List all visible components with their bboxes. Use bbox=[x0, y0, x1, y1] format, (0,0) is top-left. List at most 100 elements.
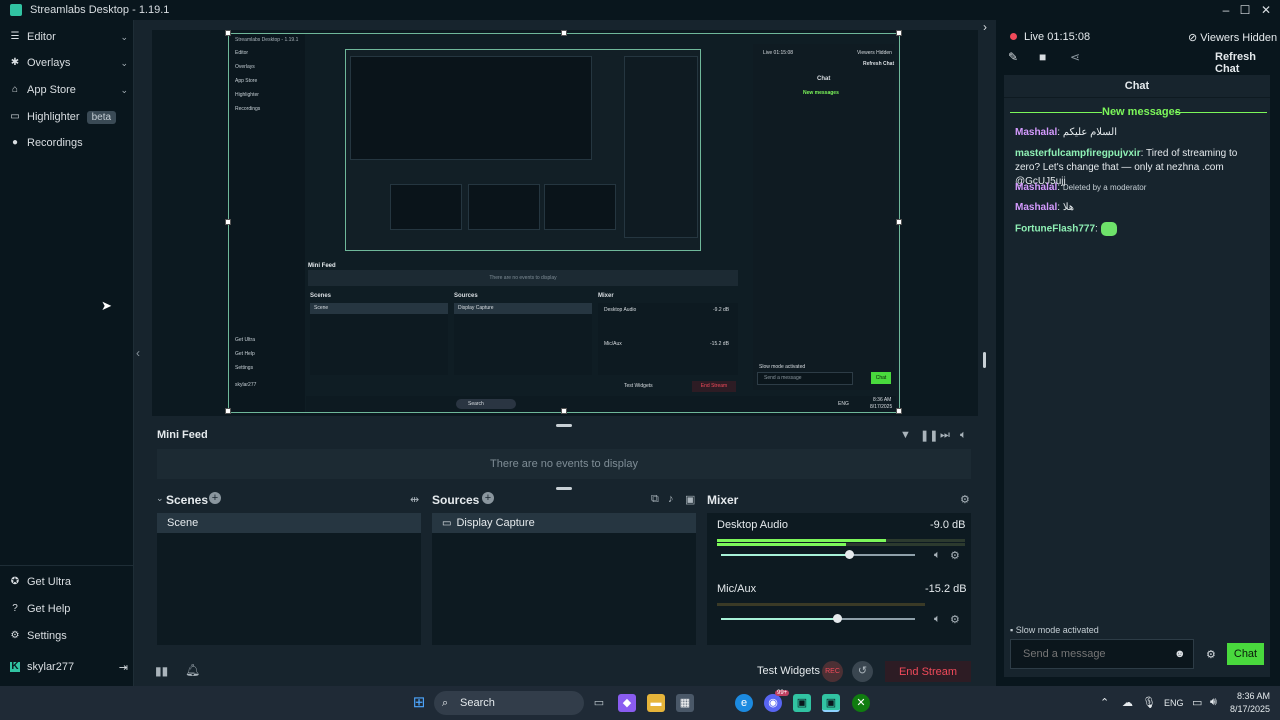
sidebar-item-recordings[interactable]: ● Recordings bbox=[10, 133, 128, 153]
clock-time[interactable]: 8:36 AM bbox=[1230, 691, 1270, 701]
collapse-right-icon[interactable]: › bbox=[983, 20, 987, 34]
chat-message-input[interactable] bbox=[1010, 639, 1194, 669]
streamlabs-k-icon: K bbox=[10, 661, 20, 672]
sidebar-item-highlighter[interactable]: ▭ Highlighter beta bbox=[10, 107, 128, 127]
chat-username[interactable]: Mashalal bbox=[1015, 127, 1057, 138]
nested-sources-panel: Display Capture bbox=[454, 303, 592, 375]
chevron-down-icon[interactable]: ⌄ bbox=[120, 85, 128, 96]
chevron-up-icon[interactable]: ⌃ bbox=[1100, 696, 1109, 709]
share-icon[interactable]: ⋖ bbox=[1070, 50, 1080, 64]
send-chat-button[interactable]: Chat bbox=[1227, 643, 1264, 665]
minimize-button[interactable]: – bbox=[1216, 2, 1236, 18]
tray-icon[interactable]: ☁ bbox=[1122, 696, 1133, 709]
file-explorer-icon[interactable]: ▬ bbox=[647, 694, 665, 712]
collapse-left-icon[interactable]: ‹ bbox=[136, 346, 140, 360]
audio-icon[interactable]: ♪ bbox=[668, 493, 674, 505]
monitor-icon: ▭ bbox=[442, 517, 452, 529]
streamlabs-active-icon[interactable]: ▣ bbox=[822, 694, 840, 712]
chat-username[interactable]: masterfulcampfiregpujvxir bbox=[1015, 148, 1141, 159]
slow-mode-icon: ▪ bbox=[1010, 625, 1014, 635]
user-account[interactable]: K skylar277 ⇥ bbox=[10, 657, 128, 677]
chat-username[interactable]: Mashalal bbox=[1015, 202, 1057, 213]
edge-browser-icon[interactable]: e bbox=[735, 694, 753, 712]
nested-label: 8:36 AM bbox=[873, 397, 892, 403]
windows-start-icon[interactable]: ⊞ bbox=[410, 694, 428, 712]
panel-resize-handle[interactable] bbox=[983, 352, 986, 368]
filter-icon[interactable]: ▼ bbox=[900, 429, 911, 441]
edit-icon[interactable]: ✎ bbox=[1008, 50, 1018, 64]
store-icon[interactable]: ▦ bbox=[676, 694, 694, 712]
gear-icon[interactable]: ⚙ bbox=[1206, 648, 1216, 661]
volume-icon[interactable]: 🔈︎ bbox=[960, 429, 967, 442]
emote-icon bbox=[1100, 222, 1117, 236]
refresh-chat-button[interactable]: Refresh Chat bbox=[1215, 51, 1280, 75]
emoji-icon[interactable]: ☻ bbox=[1174, 648, 1186, 660]
resize-handle[interactable] bbox=[225, 408, 231, 414]
close-button[interactable]: ✕ bbox=[1256, 2, 1276, 18]
notification-badge: 99+ bbox=[775, 690, 790, 696]
source-item[interactable]: ▭ Display Capture bbox=[432, 513, 696, 533]
pause-icon[interactable]: ❚❚ bbox=[920, 429, 938, 442]
sidebar-item-editor[interactable]: ☰ Editor ⌄ bbox=[10, 27, 128, 47]
chat-username[interactable]: Mashalal bbox=[1015, 182, 1057, 193]
add-source-icon[interactable]: + bbox=[482, 492, 494, 504]
volume-slider-knob[interactable] bbox=[845, 550, 854, 559]
nested-label: Test Widgets bbox=[624, 383, 653, 389]
chevron-down-icon[interactable]: ⌄ bbox=[156, 493, 164, 504]
streamlabs-icon[interactable]: ▣ bbox=[793, 694, 811, 712]
gear-icon[interactable]: ⚙ bbox=[960, 493, 970, 506]
resize-grip[interactable] bbox=[556, 487, 572, 490]
chevron-down-icon[interactable]: ⌄ bbox=[120, 32, 128, 43]
skip-icon[interactable]: ⏭ bbox=[940, 429, 950, 442]
group-icon[interactable]: ⧉ bbox=[651, 493, 659, 506]
scenes-panel: Scene bbox=[157, 513, 421, 645]
clock-date[interactable]: 8/17/2025 bbox=[1227, 704, 1270, 714]
sidebar-item-get-help[interactable]: ? Get Help bbox=[10, 599, 128, 619]
logout-icon[interactable]: ⇥ bbox=[119, 661, 128, 674]
replay-buffer-button[interactable]: ↺ bbox=[852, 661, 873, 682]
divider bbox=[1004, 97, 1270, 98]
copilot-icon[interactable]: ◆ bbox=[618, 694, 636, 712]
stats-icon[interactable]: ▮▮ bbox=[155, 664, 168, 678]
scene-item[interactable]: Scene bbox=[157, 513, 421, 533]
editor-icon: ☰ bbox=[10, 31, 20, 42]
speaker-icon[interactable]: 🔈︎ bbox=[934, 613, 941, 626]
resize-handle[interactable] bbox=[896, 219, 902, 225]
viewers-toggle[interactable]: ⊘ Viewers Hidden bbox=[1188, 31, 1277, 44]
folder-icon[interactable]: ▣ bbox=[685, 493, 695, 506]
resize-grip[interactable] bbox=[556, 424, 572, 427]
resize-handle[interactable] bbox=[896, 408, 902, 414]
sidebar-item-get-ultra[interactable]: ✪ Get Ultra bbox=[10, 572, 128, 592]
sidebar-item-app-store[interactable]: ⌂ App Store ⌄ bbox=[10, 80, 128, 100]
resize-handle[interactable] bbox=[561, 408, 567, 414]
end-stream-button[interactable]: End Stream bbox=[885, 661, 971, 682]
resize-handle[interactable] bbox=[561, 30, 567, 36]
task-view-icon[interactable]: ▭ bbox=[590, 694, 608, 712]
speaker-icon[interactable]: 🔈︎ bbox=[934, 549, 941, 562]
record-button[interactable]: REC bbox=[822, 661, 843, 682]
maximize-button[interactable]: ☐ bbox=[1235, 2, 1255, 18]
camera-icon[interactable]: ■ bbox=[1039, 50, 1046, 64]
sidebar-item-settings[interactable]: ⚙ Settings bbox=[10, 626, 128, 646]
taskbar-search[interactable]: ⌕ Search bbox=[434, 691, 584, 715]
network-icon[interactable]: ▭ bbox=[1192, 696, 1202, 709]
notification-bell-icon[interactable]: 🔔︎ bbox=[185, 663, 200, 677]
resize-handle[interactable] bbox=[225, 30, 231, 36]
microphone-icon[interactable]: 🎙︎ bbox=[1142, 696, 1156, 709]
chat-username[interactable]: FortuneFlash777 bbox=[1015, 224, 1095, 235]
nested-label: Chat bbox=[871, 372, 891, 384]
xbox-icon[interactable]: ✕ bbox=[852, 694, 870, 712]
gear-icon[interactable]: ⚙ bbox=[950, 549, 960, 562]
test-widgets-label[interactable]: Test Widgets bbox=[757, 665, 820, 677]
add-scene-icon[interactable]: + bbox=[209, 492, 221, 504]
volume-slider-knob[interactable] bbox=[833, 614, 842, 623]
language-indicator[interactable]: ENG bbox=[1164, 698, 1184, 708]
resize-handle[interactable] bbox=[225, 219, 231, 225]
transition-icon[interactable]: ⇹ bbox=[410, 493, 419, 506]
gear-icon[interactable]: ⚙ bbox=[950, 613, 960, 626]
sidebar-item-overlays[interactable]: ✱ Overlays ⌄ bbox=[10, 53, 128, 73]
chevron-down-icon[interactable]: ⌄ bbox=[120, 58, 128, 69]
discord-icon[interactable]: ◉ bbox=[764, 694, 782, 712]
volume-icon[interactable]: 🔊︎ bbox=[1210, 696, 1217, 709]
resize-handle[interactable] bbox=[896, 30, 902, 36]
